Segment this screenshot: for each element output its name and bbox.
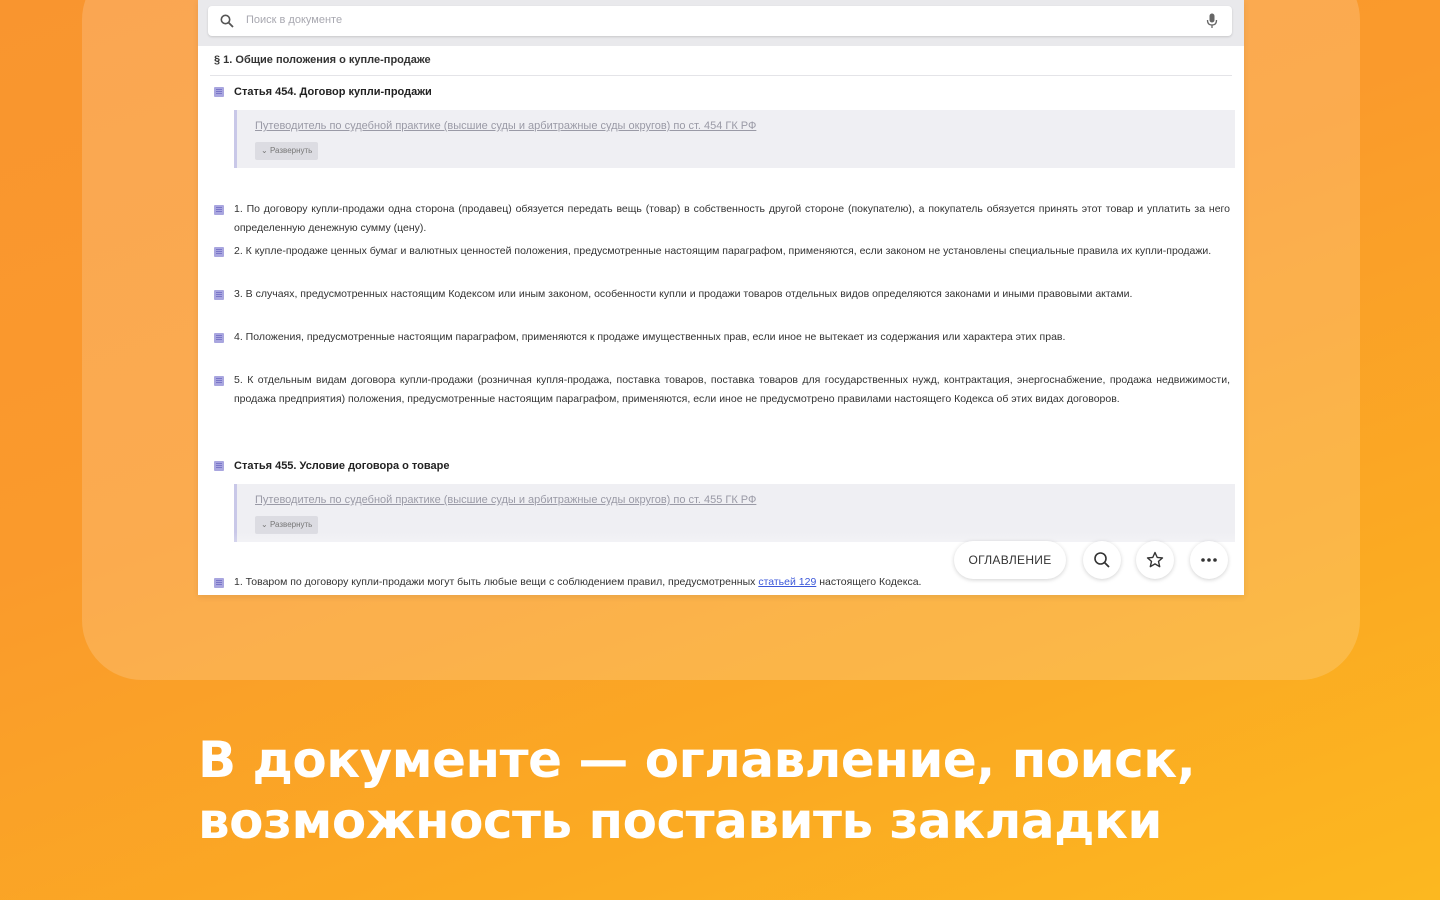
paragraph: 4. Положения, предусмотренные настоящим … xyxy=(234,331,1066,343)
search-button[interactable] xyxy=(1083,541,1121,579)
expand-label: Развернуть xyxy=(269,520,313,529)
paragraph: 1. По договору купли-продажи одна сторон… xyxy=(234,203,1230,234)
caption-line-1: В документе — оглавление, поиск, xyxy=(198,731,1196,789)
section-title[interactable]: § 1. Общие положения о купле-продаже xyxy=(214,54,431,66)
article-link[interactable]: статьей 129 xyxy=(758,576,816,588)
star-icon xyxy=(1146,551,1164,568)
more-icon xyxy=(1201,558,1217,562)
guide-box: Путеводитель по судебной практике (высши… xyxy=(234,110,1235,168)
paragraph: 1. Товаром по договору купли-продажи мог… xyxy=(234,573,1230,592)
search-input[interactable]: Поиск в документе xyxy=(208,6,1232,36)
paragraph-marker-icon[interactable] xyxy=(214,247,224,257)
toc-button[interactable]: ОГЛАВЛЕНИЕ xyxy=(954,541,1066,579)
paragraph: 5. К отдельным видам договора купли-прод… xyxy=(234,374,1230,405)
promo-caption: В документе — оглавление, поиск, возможн… xyxy=(198,730,1298,852)
search-icon xyxy=(1094,552,1110,568)
guide-link[interactable]: Путеводитель по судебной практике (высши… xyxy=(255,494,756,506)
paragraph: 3. В случаях, предусмотренных настоящим … xyxy=(234,288,1133,300)
chevron-down-icon: ⌄ xyxy=(261,520,268,529)
paragraph-marker-icon[interactable] xyxy=(214,290,224,300)
paragraph-marker-icon[interactable] xyxy=(214,87,224,97)
paragraph-marker-icon[interactable] xyxy=(214,461,224,471)
caption-line-2: возможность поставить закладки xyxy=(198,792,1162,850)
microphone-icon[interactable] xyxy=(1206,13,1218,29)
paragraph-marker-icon[interactable] xyxy=(214,376,224,386)
expand-button[interactable]: ⌄ Развернуть xyxy=(255,142,319,160)
paragraph-text: 1. Товаром по договору купли-продажи мог… xyxy=(234,576,759,588)
search-icon xyxy=(220,14,234,28)
expand-label: Развернуть xyxy=(269,146,313,155)
paragraph-marker-icon[interactable] xyxy=(214,578,224,588)
paragraph: 2. К купле-продаже ценных бумаг и валютн… xyxy=(234,245,1212,257)
bookmark-button[interactable] xyxy=(1136,541,1174,579)
article-title: Статья 454. Договор купли-продажи xyxy=(234,86,432,98)
paragraph-marker-icon[interactable] xyxy=(214,205,224,215)
chevron-down-icon: ⌄ xyxy=(261,146,268,155)
paragraph-marker-icon[interactable] xyxy=(214,333,224,343)
paragraph-text: настоящего Кодекса. xyxy=(816,576,922,588)
more-button[interactable] xyxy=(1190,541,1228,579)
search-placeholder: Поиск в документе xyxy=(246,14,343,26)
document-screen: Поиск в документе § 1. Общие положения о… xyxy=(198,0,1244,595)
search-bar-container: Поиск в документе xyxy=(198,0,1244,46)
article-title: Статья 455. Условие договора о товаре xyxy=(234,460,450,472)
guide-link[interactable]: Путеводитель по судебной практике (высши… xyxy=(255,120,756,132)
divider xyxy=(210,75,1232,76)
